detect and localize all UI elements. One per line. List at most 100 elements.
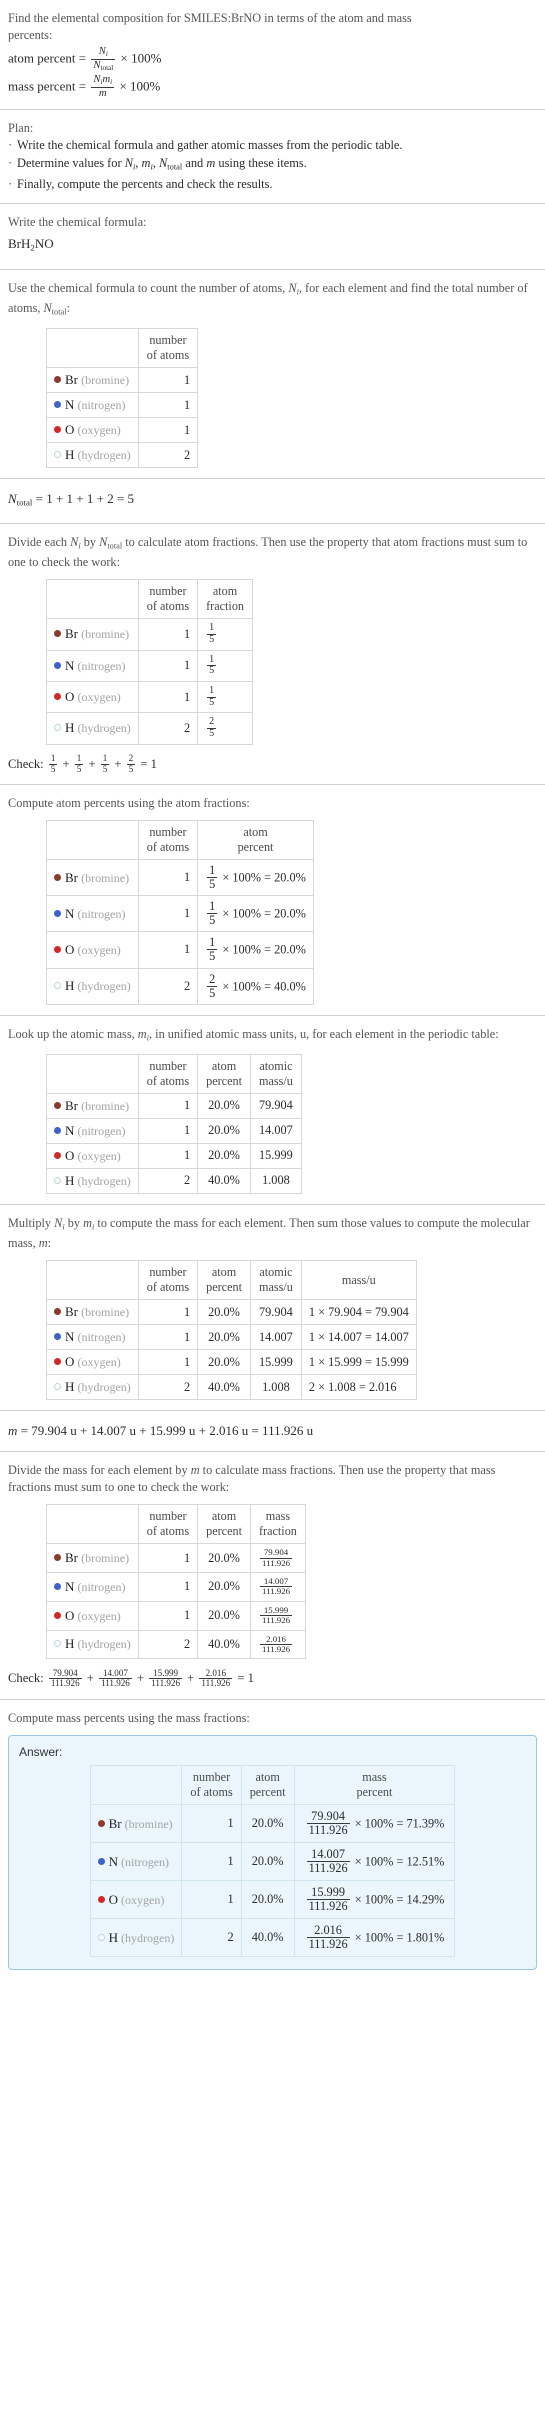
atom-percent-expr-o: 15 × 100% = 20.0%	[197, 931, 314, 969]
table-header-row: number of atoms atom percent	[46, 820, 314, 861]
count-cell-n: 1	[137, 1572, 199, 1602]
m-symbol-4: m	[8, 1423, 18, 1439]
mass-fraction-check: Check: 79.904 111.926 + 14.007 111.926 + 1…	[8, 1667, 254, 1689]
header-element-blank	[46, 579, 139, 620]
mass-fraction-cell-h: 2.016 111.926	[249, 1629, 306, 1660]
element-color-dot-br	[54, 1308, 61, 1316]
count-cell-n: 1	[137, 895, 199, 933]
element-color-dot-h	[54, 1640, 61, 1648]
N-i-symbol: N	[98, 46, 106, 57]
table-row: N (nitrogen) 1 15	[46, 649, 254, 682]
element-cell-h: H (hydrogen)	[46, 1629, 139, 1660]
element-cell-h: H (hydrogen)	[46, 967, 139, 1005]
plan-bullets: Write the chemical formula and gather at…	[8, 136, 537, 193]
element-cell-o: O (oxygen)	[46, 417, 139, 444]
table-row: O (oxygen) 1 15 × 100% = 20.0%	[46, 931, 314, 969]
mass-percent-fraction: Nimi m	[91, 74, 115, 99]
header-element-blank	[46, 1504, 139, 1545]
mass-fractions-pre: Divide the mass for each element by	[8, 1463, 191, 1478]
table-row: H (hydrogen) 2 40.0% 1.008	[46, 1167, 302, 1194]
atomic-masses-instruction: Look up the atomic mass, mi, in unified …	[8, 1026, 537, 1046]
count-cell-n: 1	[137, 649, 199, 682]
step-plan: Plan: Write the chemical formula and gat…	[0, 110, 545, 205]
atom-percent-cell-br: 20.0%	[197, 1543, 251, 1573]
molecular-mass-end: :	[47, 1236, 52, 1251]
atom-percent-label: atom percent =	[8, 50, 87, 66]
step-write-formula: Write the chemical formula: BrH2NO	[0, 204, 545, 270]
atom-fractions-instruction: Divide each Ni by Ntotal to calculate at…	[8, 534, 537, 571]
step-atom-fractions: Divide each Ni by Ntotal to calculate at…	[0, 524, 545, 786]
header-atom-percent: atom percent	[197, 1504, 251, 1545]
plan-bullet-1-text: Write the chemical formula and gather at…	[17, 138, 403, 153]
N-i-symbol-4: N	[288, 280, 297, 295]
element-cell-o: O (oxygen)	[46, 680, 139, 714]
header-atom-percent: atom percent	[197, 820, 314, 861]
element-cell-n: N (nitrogen)	[46, 1117, 139, 1144]
table-row: O (oxygen) 1 20.0% 15.999 111.926 × 100% …	[89, 1880, 456, 1920]
N-total-subscript-3: total	[51, 307, 67, 317]
N-total-subscript-2: total	[167, 161, 183, 172]
element-cell-br: Br (bromine)	[46, 618, 139, 651]
fraction-cell-n: 15	[197, 649, 254, 682]
total-atoms-value: = 1 + 1 + 1 + 2 = 5	[35, 491, 135, 507]
N-total-subscript-5: total	[107, 541, 123, 551]
table-row: H (hydrogen) 2 40.0% 2.016 111.926 × 100%…	[89, 1918, 456, 1958]
molecular-mass-instruction: Multiply Ni by mi to compute the mass fo…	[8, 1215, 537, 1252]
table-row: N (nitrogen) 1 20.0% 14.007 1 × 14.007 =…	[46, 1324, 417, 1351]
header-atom-percent: atom percent	[240, 1765, 295, 1806]
table-header-row: number of atoms atom percent mass percent	[89, 1765, 456, 1806]
atom-percent-cell-n: 20.0%	[197, 1324, 251, 1351]
header-mass-fraction: mass fraction	[249, 1504, 306, 1545]
step-mass-percents: Compute mass percents using the mass fra…	[0, 1700, 545, 1980]
atom-percent-cell-o: 20.0%	[197, 1600, 251, 1631]
mass-expr-cell-h: 2 × 1.008 = 2.016	[300, 1374, 417, 1401]
header-number-of-atoms: number of atoms	[137, 1260, 199, 1301]
header-element-blank	[46, 820, 139, 861]
count-cell-n: 1	[137, 1324, 199, 1351]
plan-bullet-1: Write the chemical formula and gather at…	[8, 136, 537, 155]
table-row: N (nitrogen) 1 20.0% 14.007 111.926 × 100…	[89, 1842, 456, 1882]
table-row: O (oxygen) 1 20.0% 15.999	[46, 1142, 302, 1169]
element-color-dot-h	[54, 982, 61, 990]
fraction-cell-o: 15	[197, 680, 254, 714]
check-result: = 1	[237, 1671, 254, 1686]
table-header-row: number of atoms atom percent mass fraction	[46, 1504, 306, 1545]
atom-percent-cell-o: 20.0%	[197, 1142, 251, 1169]
molecular-mass-pre: Multiply	[8, 1215, 55, 1230]
table-row: N (nitrogen) 1 20.0% 14.007 111.926	[46, 1572, 306, 1602]
molecular-mass-value: = 79.904 u + 14.007 u + 15.999 u + 2.016…	[20, 1423, 314, 1439]
mass-percent-definition: mass percent = Nimi m × 100%	[8, 74, 537, 99]
element-cell-h: H (hydrogen)	[46, 442, 139, 469]
step-atom-percents: Compute atom percents using the atom fra…	[0, 785, 545, 1016]
element-cell-n: N (nitrogen)	[46, 649, 139, 682]
element-cell-n: N (nitrogen)	[46, 392, 139, 419]
formula-part-2: NO	[34, 236, 54, 252]
atomic-masses-post: , in unified atomic mass units, u, for e…	[149, 1026, 499, 1041]
atom-percent-fraction: Ni Ntotal	[91, 46, 116, 72]
header-number-of-atoms: number of atoms	[181, 1765, 242, 1806]
element-color-dot-n	[97, 1857, 105, 1865]
atom-percent-cell-o: 20.0%	[197, 1349, 251, 1376]
element-cell-br: Br (bromine)	[46, 1543, 139, 1573]
table-row: Br (bromine) 1 20.0% 79.904 1 × 79.904 =…	[46, 1299, 417, 1326]
plan-heading: Plan:	[8, 121, 34, 136]
mass-percent-label: mass percent =	[8, 78, 87, 94]
atom-percent-cell-br: 20.0%	[197, 1092, 251, 1119]
count-cell-n: 1	[137, 1117, 199, 1144]
atom-percent-cell-br: 20.0%	[240, 1804, 295, 1844]
table-header-row: number of atoms atom percent atomic mass/u	[46, 1053, 302, 1094]
element-color-dot-o	[54, 1358, 61, 1366]
m-i-symbol-3: m	[137, 1026, 147, 1041]
atom-fraction-body: Br (bromine) 1 15 N (nitrogen) 1 15 O (o…	[46, 618, 254, 745]
mass-fraction-cell-n: 14.007 111.926	[249, 1572, 306, 1602]
header-atomic-mass: atomic mass/u	[249, 1053, 302, 1094]
count-cell-o: 1	[137, 931, 199, 969]
write-formula-instruction: Write the chemical formula:	[8, 215, 147, 230]
count-atoms-instruction: Use the chemical formula to count the nu…	[8, 280, 537, 321]
header-number-of-atoms: number of atoms	[137, 820, 199, 861]
step-atomic-masses: Look up the atomic mass, mi, in unified …	[0, 1016, 545, 1205]
problem-statement: Find the elemental composition for SMILE…	[8, 10, 537, 44]
plan-bullet-3-text: Finally, compute the percents and check …	[17, 176, 273, 191]
atomic-mass-cell-o: 15.999	[249, 1142, 302, 1169]
header-atom-percent: atom percent	[197, 1260, 251, 1301]
